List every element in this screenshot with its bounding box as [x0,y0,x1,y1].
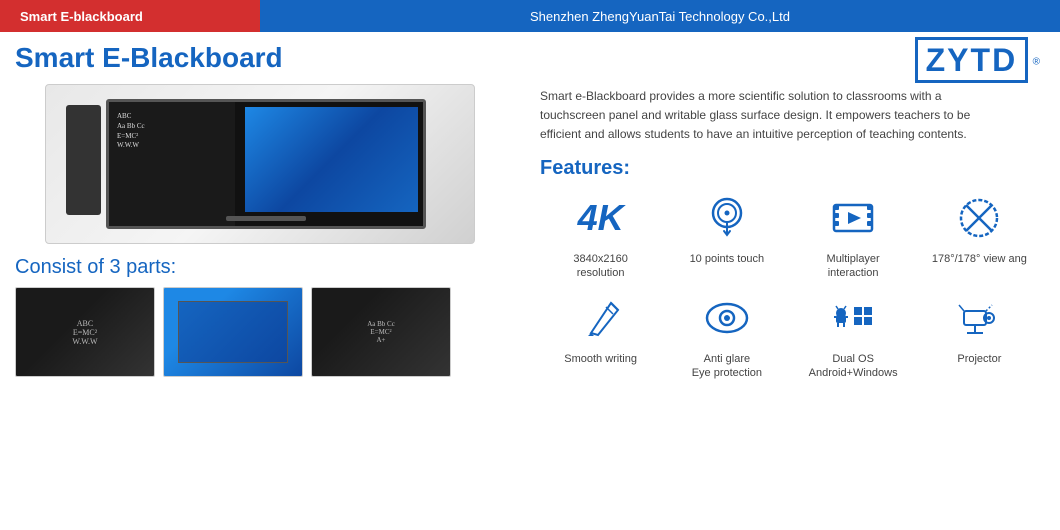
feature-icon-multiplayer [825,190,881,246]
header: Smart E-blackboard Shenzhen ZhengYuanTai… [0,0,1060,32]
feature-label-view-angle: 178°/178° view ang [932,252,1027,266]
left-panel: Smart E-Blackboard ABCAa Bb CcE=MC²W.W.W… [0,32,520,530]
dual-os-icon [828,293,878,343]
main-content: Smart E-Blackboard ABCAa Bb CcE=MC²W.W.W… [0,32,1060,530]
blackboard-screen [245,107,418,212]
feature-icon-view-angle [951,190,1007,246]
eye-icon [702,293,752,343]
feature-label-writing: Smooth writing [564,352,637,366]
chalk-text: ABCAa Bb CcE=MC²W.W.W [117,112,145,151]
features-title: Features: [540,157,1040,180]
feature-label-touch: 10 points touch [690,252,765,266]
touch-icon [702,193,752,243]
product-description: Smart e-Blackboard provides a more scien… [540,87,990,145]
feature-dual-os: Dual OSAndroid+Windows [793,290,914,381]
feature-multiplayer: Multiplayerinteraction [793,190,914,281]
feature-label-dual-os: Dual OSAndroid+Windows [809,352,898,381]
multiplayer-icon [828,193,878,243]
feature-label-4k: 3840x2160resolution [573,252,627,281]
header-brand-text: Smart E-blackboard [20,9,143,24]
part3-content: Aa Bb CcE=MC²A+ [364,317,398,347]
feature-4k: 4K 3840x2160resolution [540,190,661,281]
parts-title: Consist of 3 parts: [15,256,505,279]
stand-left [66,105,101,215]
product-mockup: ABCAa Bb CcE=MC²W.W.W [46,85,474,243]
feature-label-multiplayer: Multiplayerinteraction [827,252,880,281]
logo: ZYTD ® [915,42,1040,79]
feature-icon-4k: 4K [573,190,629,246]
part-image-3: Aa Bb CcE=MC²A+ [311,287,451,377]
page-title: Smart E-Blackboard [15,42,505,74]
parts-images: ABCE=MC²W.W.W Aa Bb CcE=MC²A+ [15,287,505,377]
logo-text: ZYTD [915,37,1029,83]
feature-icon-projector [951,290,1007,346]
4k-icon: 4K [578,200,624,236]
feature-projector: Projector [919,290,1040,381]
header-brand: Smart E-blackboard [0,0,260,32]
parts-section: Consist of 3 parts: ABCE=MC²W.W.W Aa Bb … [15,256,505,377]
feature-icon-eye [699,290,755,346]
feature-touch: 10 points touch [666,190,787,281]
feature-label-projector: Projector [957,352,1001,366]
blackboard-main: ABCAa Bb CcE=MC²W.W.W [106,99,426,229]
part2-screen [178,301,288,363]
feature-eye: Anti glareEye protection [666,290,787,381]
view-angle-icon [954,193,1004,243]
blackboard-stand [226,216,306,221]
product-image: ABCAa Bb CcE=MC²W.W.W [45,84,475,244]
feature-icon-writing [573,290,629,346]
feature-writing: Smooth writing [540,290,661,381]
part-image-2 [163,287,303,377]
feature-icon-dual-os [825,290,881,346]
right-panel: ZYTD ® Smart e-Blackboard provides a mor… [520,32,1060,530]
feature-label-eye: Anti glareEye protection [692,352,762,381]
projector-icon [954,293,1004,343]
writing-icon [576,293,626,343]
part1-content: ABCE=MC²W.W.W [69,316,100,349]
logo-area: ZYTD ® [540,42,1040,79]
features-grid: 4K 3840x2160resolution 10 points touch [540,190,1040,381]
logo-registered: ® [1033,57,1040,68]
feature-view-angle: 178°/178° view ang [919,190,1040,281]
header-company: Shenzhen ZhengYuanTai Technology Co.,Ltd [260,0,1060,32]
header-company-text: Shenzhen ZhengYuanTai Technology Co.,Ltd [530,9,790,24]
feature-icon-touch [699,190,755,246]
part-image-1: ABCE=MC²W.W.W [15,287,155,377]
